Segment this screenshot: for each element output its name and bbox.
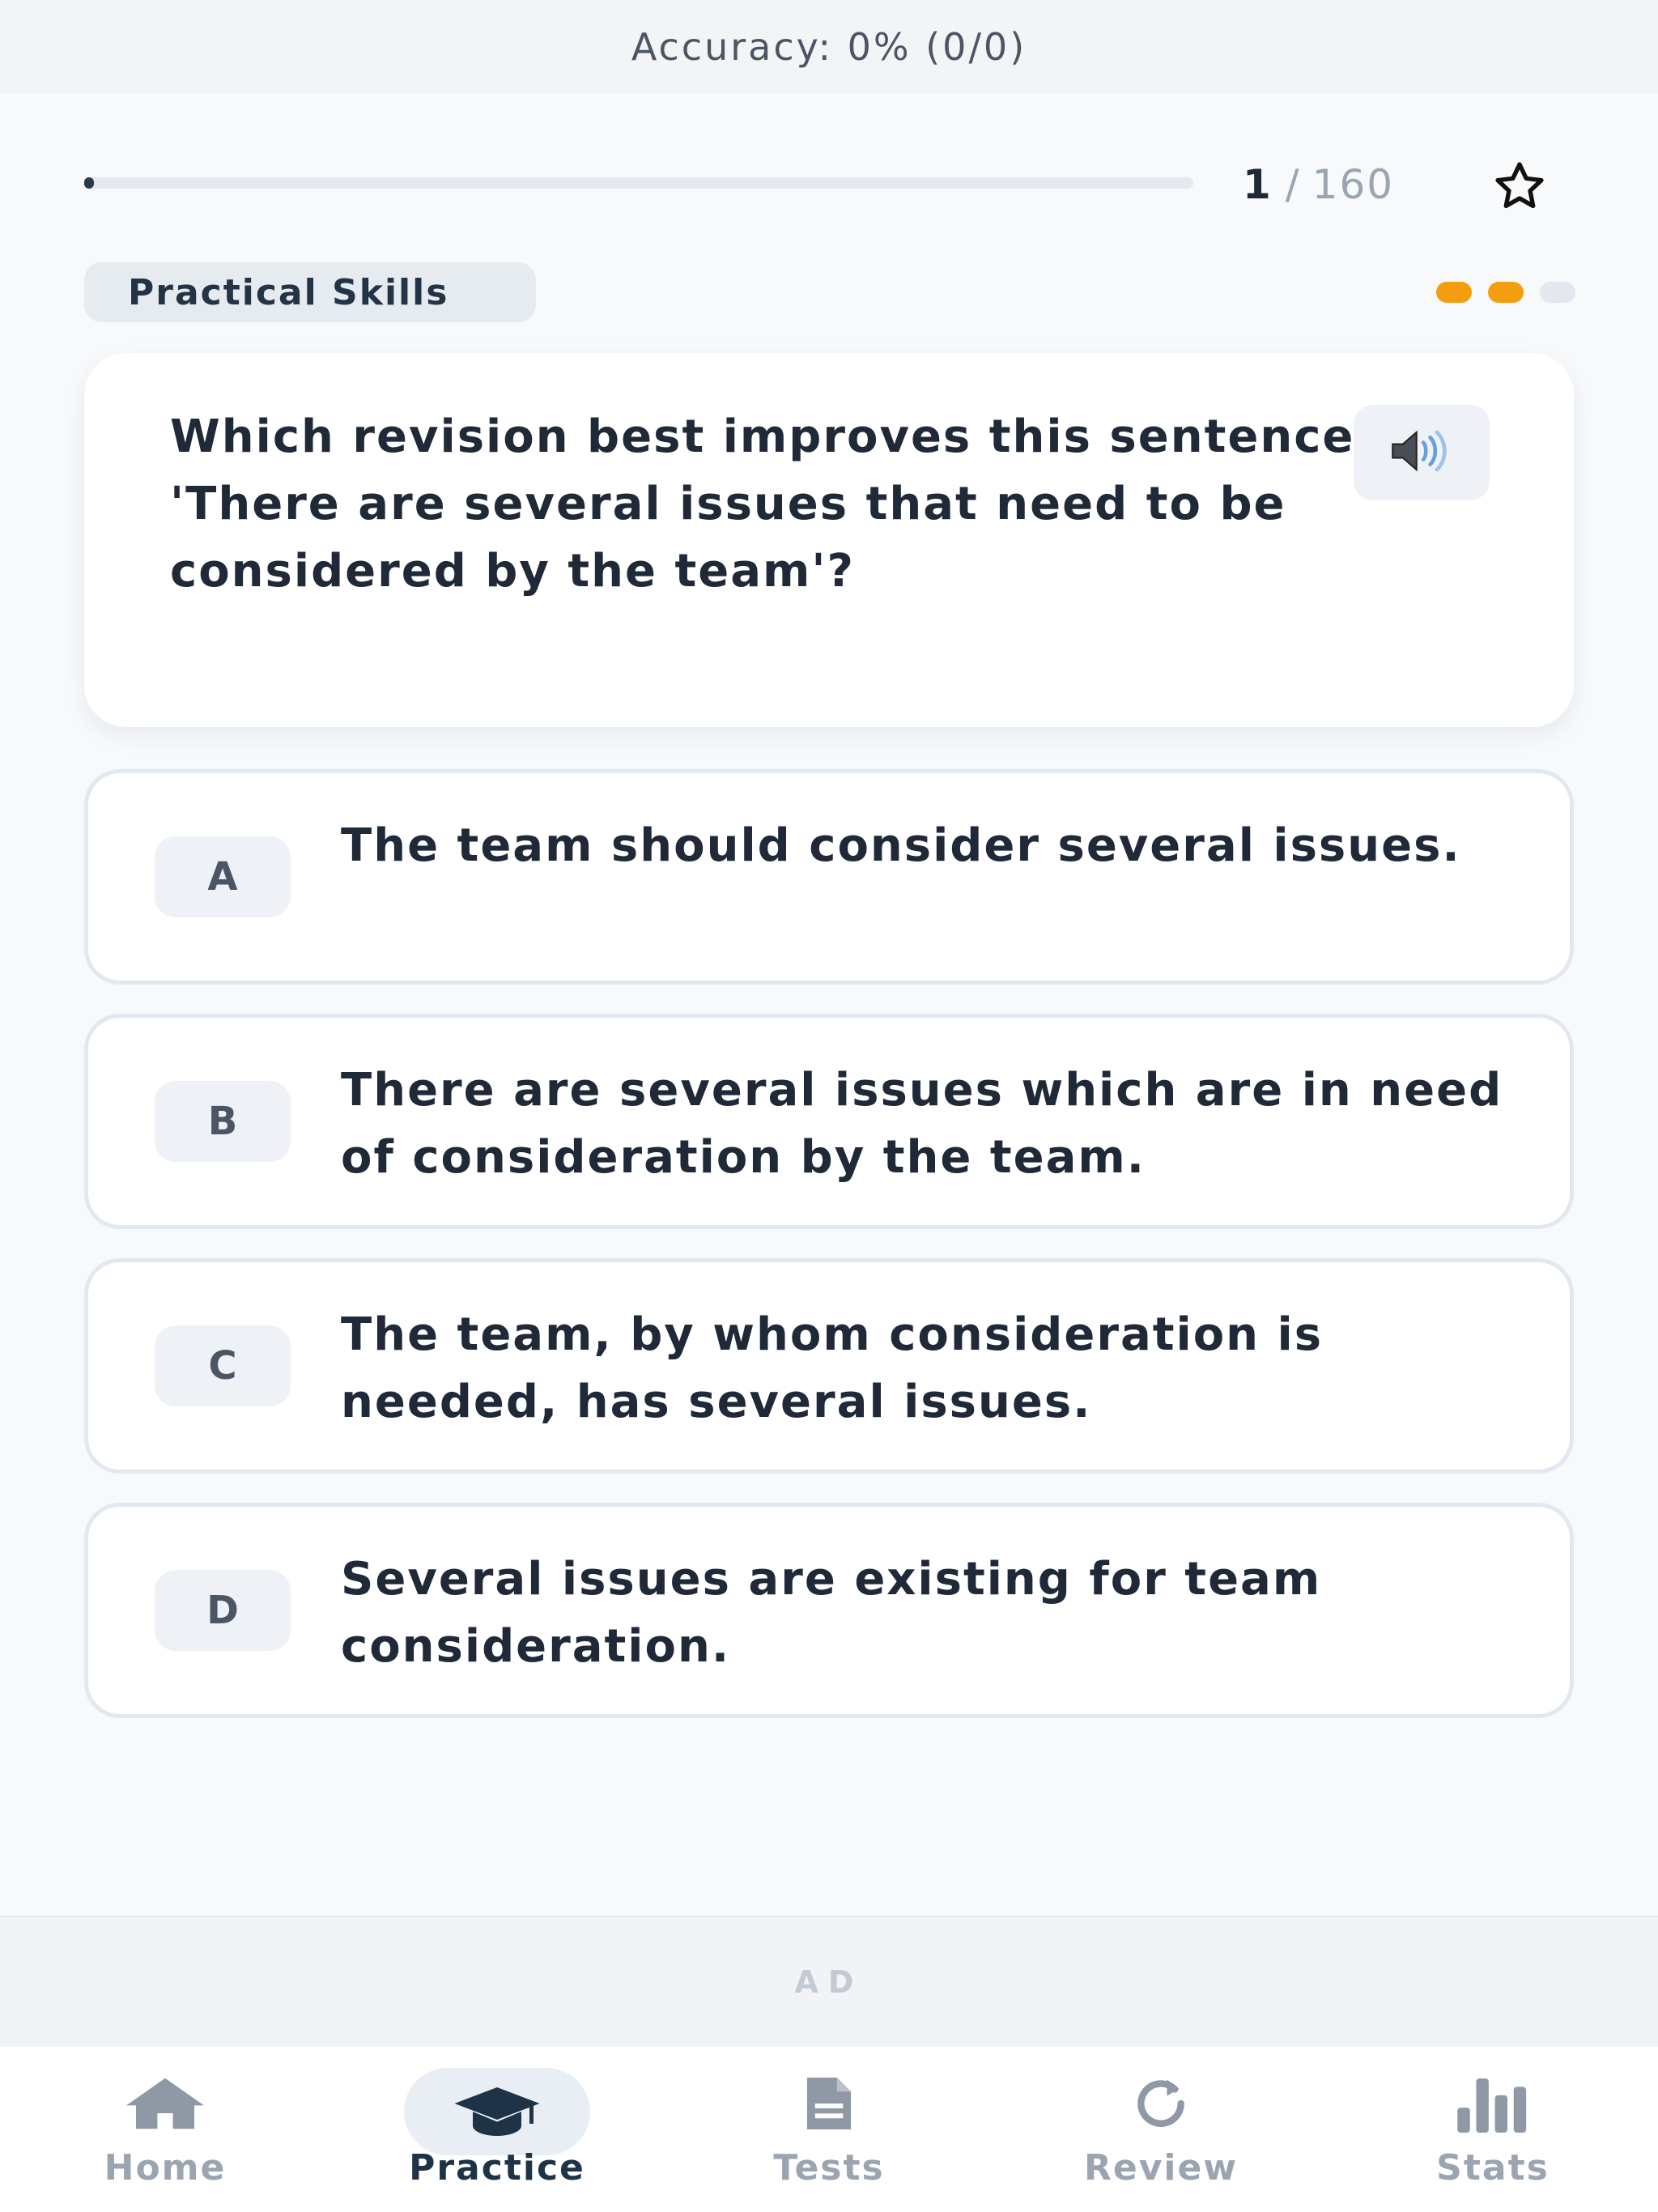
category-tag: Practical Skills bbox=[84, 262, 536, 322]
nav-label-review: Review bbox=[1084, 2147, 1238, 2189]
option-text: The team should consider several issues. bbox=[341, 819, 1461, 872]
question-card: Which revision best improves this senten… bbox=[84, 353, 1574, 727]
refresh-icon bbox=[1112, 2071, 1209, 2136]
answer-option-c[interactable]: C The team, by whom consideration is nee… bbox=[84, 1258, 1574, 1474]
nav-item-tests[interactable]: Tests bbox=[724, 2047, 934, 2212]
option-letter-badge: B bbox=[155, 1081, 291, 1162]
nav-label-practice: Practice bbox=[409, 2147, 585, 2189]
bar-chart-icon bbox=[1444, 2071, 1541, 2136]
answer-option-a[interactable]: A The team should consider several issue… bbox=[84, 769, 1574, 985]
nav-item-practice[interactable]: Practice bbox=[392, 2047, 602, 2212]
difficulty-indicator bbox=[1436, 282, 1575, 303]
nav-item-home[interactable]: Home bbox=[60, 2047, 270, 2212]
counter-separator: / bbox=[1285, 161, 1301, 208]
practice-screen: Accuracy: 0% (0/0) 1 / 160 Practical Ski… bbox=[0, 0, 1658, 2212]
option-letter-badge: C bbox=[155, 1325, 291, 1406]
answer-option-d[interactable]: D Several issues are existing for team c… bbox=[84, 1503, 1574, 1718]
total-questions: 160 bbox=[1312, 161, 1395, 208]
nav-label-tests: Tests bbox=[773, 2147, 885, 2189]
read-aloud-button[interactable] bbox=[1354, 405, 1490, 500]
speaker-icon bbox=[1388, 427, 1456, 479]
difficulty-dot-3 bbox=[1540, 282, 1575, 303]
current-question-number: 1 bbox=[1243, 161, 1273, 208]
option-text: The team, by whom consideration is neede… bbox=[341, 1308, 1324, 1428]
bookmark-star-icon[interactable] bbox=[1483, 154, 1556, 219]
home-icon bbox=[117, 2071, 214, 2136]
accuracy-banner: Accuracy: 0% (0/0) bbox=[0, 0, 1658, 93]
option-letter-badge: D bbox=[155, 1570, 291, 1651]
bottom-navigation: Home Practice Tests Review Stats bbox=[0, 2047, 1658, 2212]
ad-banner[interactable]: AD bbox=[0, 1916, 1658, 2047]
nav-label-stats: Stats bbox=[1436, 2147, 1550, 2189]
question-counter: 1 / 160 bbox=[1243, 159, 1394, 211]
difficulty-dot-1 bbox=[1436, 282, 1472, 303]
progress-fill bbox=[84, 177, 94, 189]
nav-label-home: Home bbox=[104, 2147, 227, 2189]
graduation-cap-icon bbox=[404, 2068, 590, 2155]
option-text: There are several issues which are in ne… bbox=[341, 1064, 1503, 1184]
option-letter-badge: A bbox=[155, 836, 291, 917]
difficulty-dot-2 bbox=[1488, 282, 1524, 303]
document-icon bbox=[780, 2071, 878, 2136]
nav-item-stats[interactable]: Stats bbox=[1388, 2047, 1598, 2212]
option-text: Several issues are existing for team con… bbox=[341, 1553, 1322, 1673]
category-label: Practical Skills bbox=[128, 271, 449, 313]
answer-option-b[interactable]: B There are several issues which are in … bbox=[84, 1014, 1574, 1229]
question-text: Which revision best improves this senten… bbox=[170, 410, 1375, 598]
accuracy-text: Accuracy: 0% (0/0) bbox=[631, 24, 1027, 69]
ad-label: AD bbox=[794, 1964, 864, 2000]
nav-item-review[interactable]: Review bbox=[1056, 2047, 1266, 2212]
progress-bar bbox=[84, 177, 1193, 189]
